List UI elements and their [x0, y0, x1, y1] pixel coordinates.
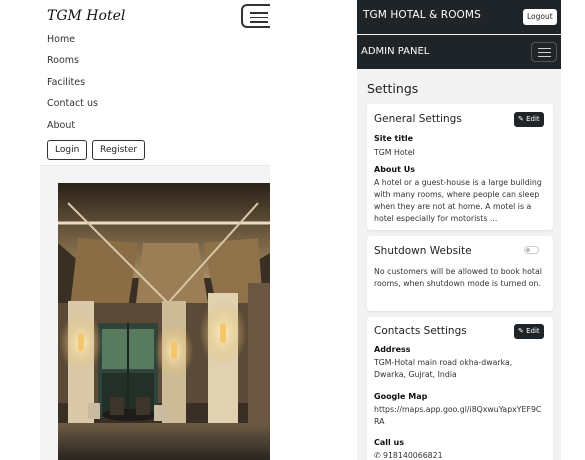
site-title-label: Site title: [374, 134, 414, 143]
hamburger-line: [250, 16, 268, 18]
nav-about[interactable]: About: [47, 120, 75, 131]
google-map-value: https://maps.app.goo.gl/i8QxwuYapxYEF9CR…: [374, 405, 542, 426]
about-value: A hotel or a guest-house is a large buil…: [374, 178, 542, 223]
nav-home[interactable]: Home: [47, 34, 75, 45]
general-settings-card: General Settings ✎ Edit Site title TGM H…: [367, 104, 553, 230]
phone-number: 918140066821: [383, 451, 443, 460]
nav-contact-us[interactable]: Contact us: [47, 98, 98, 109]
navbar-toggler[interactable]: [241, 4, 270, 28]
hotel-lobby-image: [58, 183, 270, 460]
call-us-label: Call us: [374, 438, 404, 447]
login-button[interactable]: Login: [47, 140, 88, 160]
hotel-site-mobile: TGM Hotel Home Rooms Facilites Contact u…: [40, 0, 270, 460]
shutdown-card: Shutdown Website No customers will be al…: [367, 236, 553, 311]
edit-label: Edit: [526, 327, 540, 335]
contacts-edit-button[interactable]: ✎ Edit: [514, 324, 544, 339]
admin-menu-toggler[interactable]: [531, 42, 557, 62]
nav-rooms[interactable]: Rooms: [47, 55, 79, 66]
hamburger-line: [538, 52, 551, 53]
hamburger-icon: [250, 12, 268, 14]
address-label: Address: [374, 345, 411, 354]
register-button[interactable]: Register: [92, 140, 146, 160]
phone-icon: ✆: [374, 451, 384, 460]
general-edit-button[interactable]: ✎ Edit: [514, 112, 544, 127]
edit-label: Edit: [526, 115, 540, 123]
edit-icon: ✎: [518, 327, 527, 335]
admin-site-title: TGM HOTAL & ROOMS: [363, 9, 481, 21]
logout-button[interactable]: Logout: [523, 9, 557, 25]
site-title-value: TGM Hotel: [374, 148, 415, 157]
hamburger-line: [250, 21, 268, 23]
hamburger-icon: [538, 48, 551, 49]
contacts-settings-card: Contacts Settings ✎ Edit Address TGM-Hot…: [367, 317, 553, 460]
general-settings-title: General Settings: [374, 113, 462, 125]
admin-panel: TGM HOTAL & ROOMS Logout ADMIN PANEL Set…: [357, 0, 561, 460]
google-map-label: Google Map: [374, 392, 428, 401]
shutdown-toggle[interactable]: [524, 246, 539, 254]
nav-facilites[interactable]: Facilites: [47, 77, 85, 88]
page-title: Settings: [367, 81, 419, 96]
shutdown-title: Shutdown Website: [374, 245, 472, 257]
contacts-settings-title: Contacts Settings: [374, 325, 467, 337]
admin-panel-bar: ADMIN PANEL: [357, 35, 561, 69]
edit-icon: ✎: [518, 115, 527, 123]
admin-panel-title: ADMIN PANEL: [361, 46, 430, 57]
site-brand[interactable]: TGM Hotel: [47, 8, 125, 24]
toggle-knob: [526, 248, 530, 252]
address-value: TGM-Hotal main road okha-dwarka, Dwarka,…: [374, 358, 513, 379]
phone-row: ✆ 918140066821: [374, 450, 546, 460]
hamburger-line: [538, 56, 551, 57]
shutdown-description: No customers will be allowed to book hot…: [374, 267, 542, 288]
about-label: About Us: [374, 165, 415, 174]
admin-topbar: TGM HOTAL & ROOMS Logout: [357, 0, 561, 34]
